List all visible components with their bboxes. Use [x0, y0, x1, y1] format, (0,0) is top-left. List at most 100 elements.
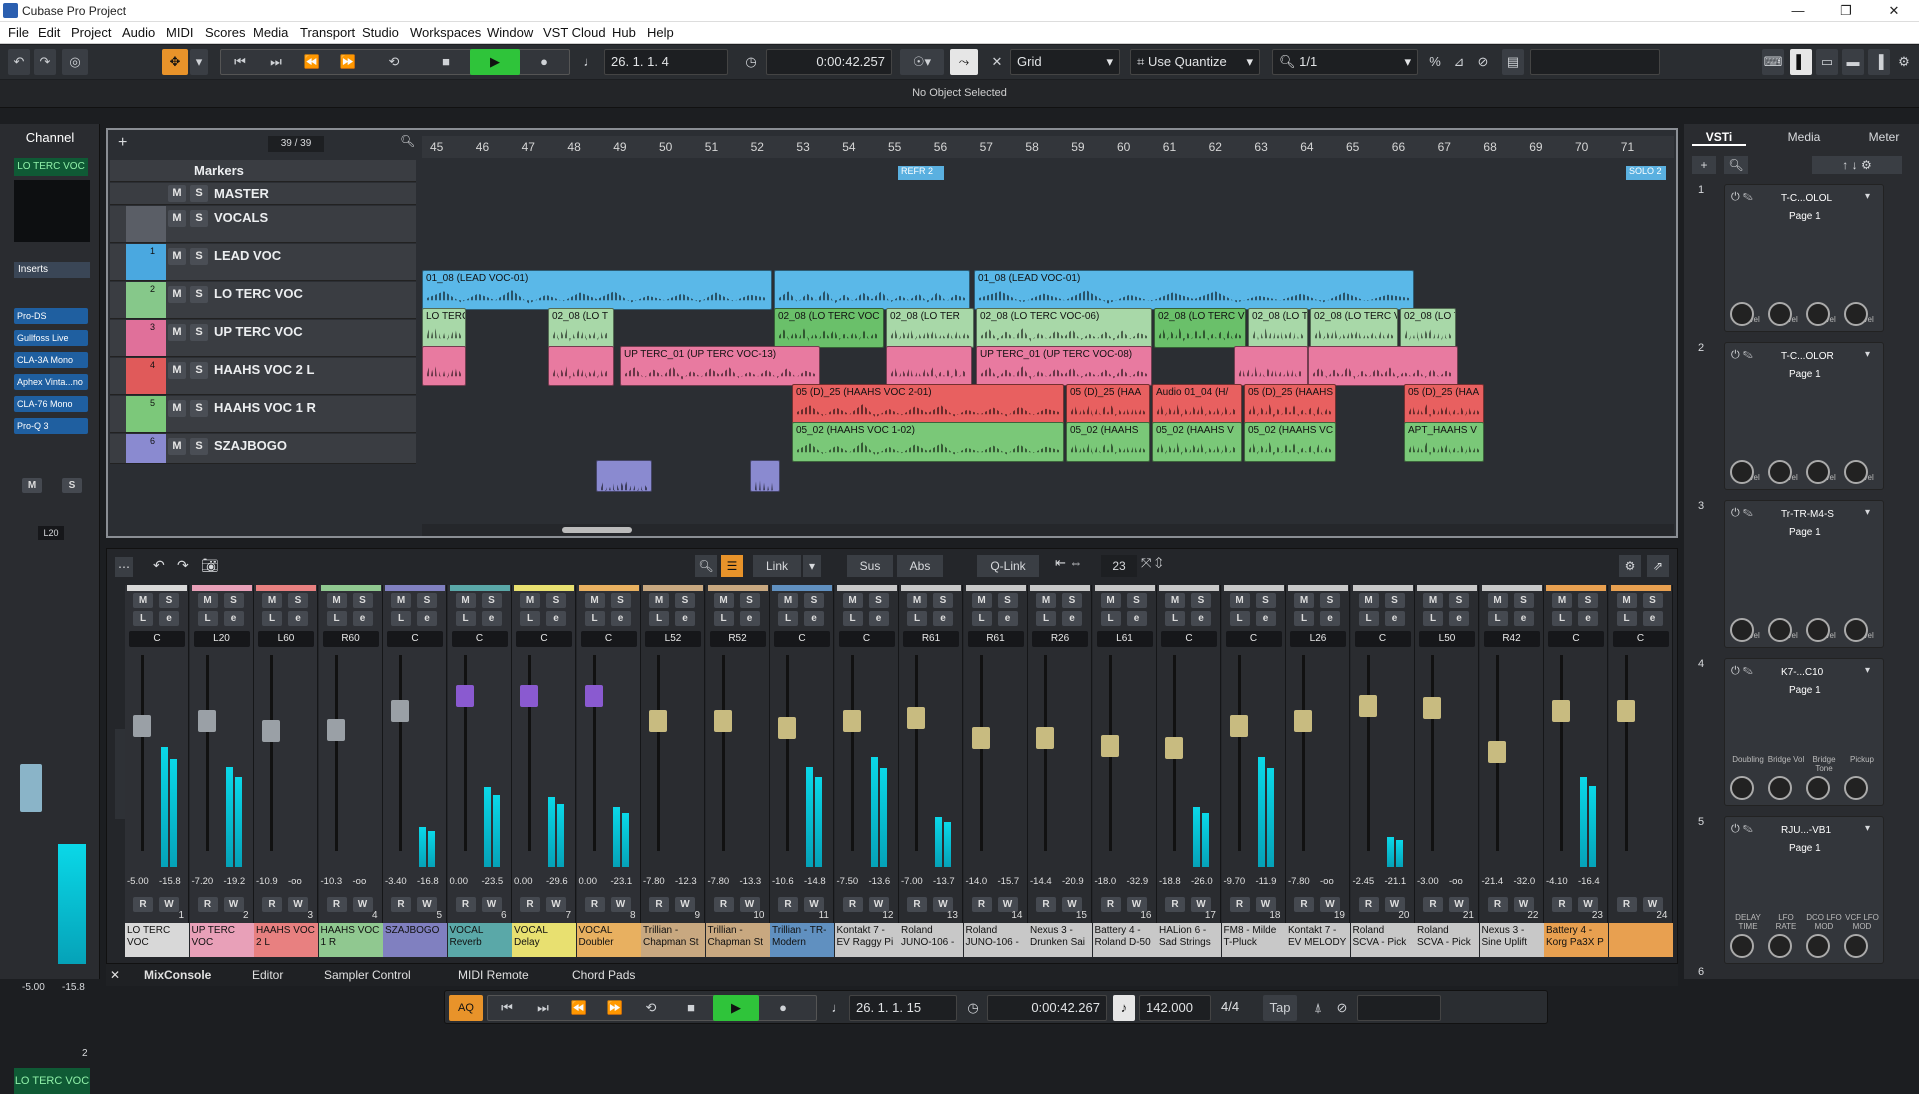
read-automation-button[interactable]: R [1552, 897, 1572, 912]
mixer-search-icon[interactable]: 🔍︎ [695, 555, 717, 577]
audio-event[interactable]: UP TERC_01 (UP TERC VOC-08) [976, 346, 1152, 386]
track-mute-button[interactable]: M [168, 210, 186, 227]
strip-listen-button[interactable]: L [133, 611, 153, 626]
instrument-dropdown-icon[interactable]: ▾ [1865, 349, 1870, 360]
quick-control-knob[interactable] [1844, 934, 1868, 958]
go-to-start-icon[interactable]: ⏮ [226, 49, 254, 75]
strip-solo-button[interactable]: S [159, 593, 179, 608]
read-automation-button[interactable]: R [391, 897, 411, 912]
audio-event[interactable] [774, 270, 970, 310]
metronome-icon[interactable]: ♩ [580, 49, 600, 75]
strip-pan-value[interactable]: C [1548, 631, 1604, 647]
strip-edit-button[interactable]: e [804, 611, 824, 626]
track-solo-button[interactable]: S [190, 324, 208, 341]
strip-solo-button[interactable]: S [1126, 593, 1147, 608]
read-automation-button[interactable]: R [455, 897, 476, 912]
audio-event[interactable]: 05 (D)_25 (HAAHS VOC 2-01) [792, 384, 1064, 424]
read-automation-button[interactable]: R [842, 897, 863, 912]
left-pan-value[interactable]: L20 [38, 526, 64, 540]
go-to-end-icon[interactable]: ⏭ [262, 49, 290, 75]
strip-solo-button[interactable]: S [546, 593, 566, 608]
automation-mode-icon[interactable]: ☉▾ [900, 49, 944, 75]
strip-edit-button[interactable]: e [481, 611, 502, 626]
audio-event[interactable]: UP TERC_01 (UP TERC VOC-13) [620, 346, 820, 386]
mixer-redo-icon[interactable]: ↷ [177, 557, 189, 574]
read-automation-button[interactable]: R [1229, 897, 1250, 912]
settings-gear-icon[interactable]: ⚙ [1894, 49, 1914, 75]
read-automation-button[interactable]: R [1100, 897, 1121, 912]
fader-handle[interactable] [1552, 700, 1570, 722]
master-track[interactable]: M S MASTER [110, 183, 416, 205]
add-instrument-icon[interactable]: + [1692, 156, 1716, 174]
bottom-go-to-end-icon[interactable]: ⏭ [529, 995, 557, 1021]
strip-mute-button[interactable]: M [971, 593, 992, 608]
add-track-icon[interactable]: + [118, 134, 127, 152]
constrain-delay-icon[interactable]: ◎ [62, 49, 88, 75]
read-automation-button[interactable]: R [907, 897, 927, 912]
stop-icon[interactable]: ■ [432, 49, 460, 75]
strip-pan-value[interactable]: C [1354, 631, 1411, 647]
quick-control-knob[interactable] [1730, 776, 1754, 800]
fader-handle[interactable] [1100, 735, 1119, 757]
quantize-apply-icon[interactable]: ⊿ [1448, 49, 1470, 75]
menu-hub[interactable]: Hub [612, 25, 636, 40]
fader-handle[interactable] [1487, 741, 1506, 763]
tab-sampler-control[interactable]: Sampler Control [324, 968, 411, 982]
strip-listen-button[interactable]: L [455, 611, 476, 626]
link-dropdown-icon[interactable]: ▾ [803, 555, 821, 577]
tempo-track-icon[interactable]: ♪ [1113, 995, 1135, 1021]
strip-listen-button[interactable]: L [262, 611, 282, 626]
strip-mute-button[interactable]: M [1423, 593, 1443, 608]
strip-solo-button[interactable]: S [352, 593, 373, 608]
strip-pan-value[interactable]: L20 [193, 631, 250, 647]
insert-slot-3[interactable]: CLA-3A Mono [14, 352, 88, 368]
top-zone-icon[interactable]: ▭ [1816, 49, 1838, 75]
strip-listen-button[interactable]: L [326, 611, 347, 626]
read-automation-button[interactable]: R [584, 897, 605, 912]
strip-edit-button[interactable]: e [1513, 611, 1534, 626]
bottom-position-display[interactable]: 26. 1. 1. 15 [849, 995, 957, 1021]
tab-vsti[interactable]: VSTi [1692, 130, 1746, 146]
strip-listen-button[interactable]: L [778, 611, 798, 626]
instrument-search-icon[interactable]: 🔍︎ [1724, 156, 1748, 174]
insert-slot-1[interactable]: Pro-DS [14, 308, 88, 324]
track-mute-button[interactable]: M [168, 286, 186, 303]
write-automation-button[interactable]: W [546, 897, 566, 912]
strip-solo-button[interactable]: S [1384, 593, 1405, 608]
tab-meter[interactable]: Meter [1854, 130, 1914, 144]
bottom-cycle-icon[interactable]: ⟲ [637, 995, 665, 1021]
fader-handle[interactable] [907, 707, 925, 729]
instrument-power-icon[interactable]: ⏻ ✎ [1731, 191, 1753, 204]
strip-solo-button[interactable]: S [481, 593, 502, 608]
strip-listen-button[interactable]: L [1100, 611, 1121, 626]
fader-handle[interactable] [649, 710, 667, 732]
quick-control-knob[interactable] [1844, 776, 1868, 800]
insert-slot-6[interactable]: Pro-Q 3 [14, 418, 88, 434]
master-mute[interactable]: M [168, 185, 186, 202]
lower-zone-close-icon[interactable]: ✕ [110, 968, 120, 982]
lower-zone-icon[interactable]: ▬ [1842, 49, 1864, 75]
strip-pan-value[interactable]: C [387, 631, 443, 647]
strip-listen-button[interactable]: L [1487, 611, 1508, 626]
master-solo[interactable]: S [190, 185, 208, 202]
quick-control-knob[interactable] [1768, 460, 1792, 484]
strip-pan-value[interactable]: C [451, 631, 508, 647]
fader-handle[interactable] [133, 715, 151, 737]
audio-event[interactable] [1308, 346, 1458, 386]
quick-control-knob[interactable] [1844, 618, 1868, 642]
secondary-time-display[interactable]: 0:00:42.257 [766, 49, 892, 75]
track-solo-button[interactable]: S [190, 210, 208, 227]
strip-solo-button[interactable]: S [933, 593, 953, 608]
link-button[interactable]: Link [753, 555, 801, 577]
menu-transport[interactable]: Transport [300, 25, 355, 40]
strip-pan-value[interactable]: C [774, 631, 830, 647]
track-mute-button[interactable]: M [168, 324, 186, 341]
strip-listen-button[interactable]: L [391, 611, 411, 626]
read-automation-button[interactable]: R [1294, 897, 1314, 912]
strip-mute-button[interactable]: M [584, 593, 605, 608]
marker-track[interactable]: Markers [110, 160, 416, 182]
audio-event[interactable]: 05_02 (HAAHS VOC 1-02) [792, 422, 1064, 462]
left-fader-handle[interactable] [20, 764, 42, 812]
maximize-button[interactable]: ❐ [1823, 0, 1869, 22]
strip-listen-button[interactable]: L [971, 611, 992, 626]
